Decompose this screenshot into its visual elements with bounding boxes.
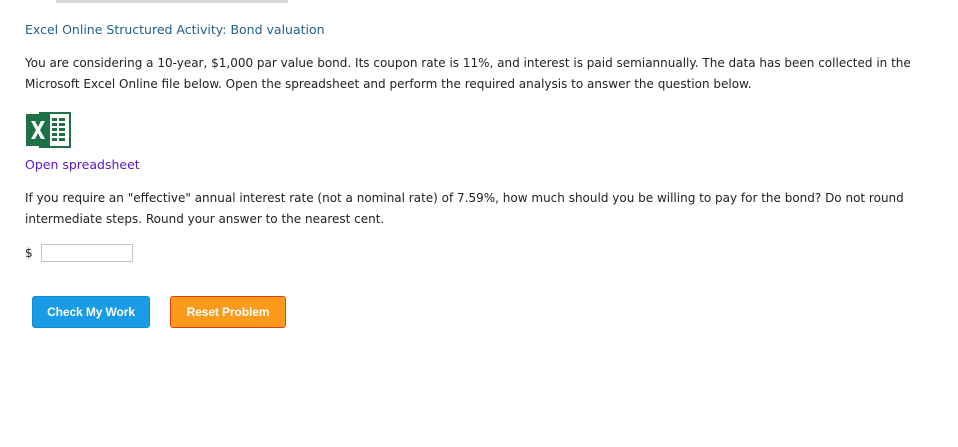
check-my-work-button[interactable]: Check My Work	[32, 296, 150, 328]
intro-paragraph: You are considering a 10-year, $1,000 pa…	[25, 56, 911, 91]
question-paragraph: If you require an "effective" annual int…	[25, 191, 904, 226]
reset-problem-button[interactable]: Reset Problem	[170, 296, 286, 328]
activity-title: Excel Online Structured Activity: Bond v…	[25, 22, 325, 37]
top-divider	[56, 0, 288, 3]
excel-icon[interactable]	[26, 111, 72, 149]
answer-input[interactable]	[41, 244, 133, 262]
open-spreadsheet-link[interactable]: Open spreadsheet	[25, 157, 140, 172]
currency-label: $	[25, 246, 33, 260]
